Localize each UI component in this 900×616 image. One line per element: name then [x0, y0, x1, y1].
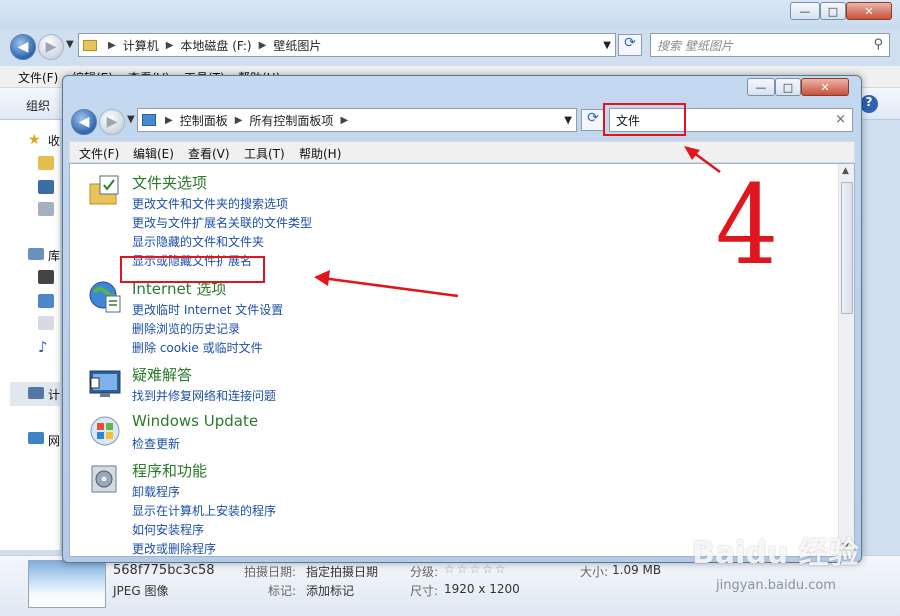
arrow-head-icon	[684, 146, 700, 160]
annotation-layer	[314, 146, 721, 298]
arrow-to-link-icon	[321, 276, 459, 298]
step-number-annotation: 4	[715, 161, 779, 289]
baidu-watermark-logo: Baidu 经验	[692, 536, 859, 571]
watermark-url: jingyan.baidu.com	[716, 578, 836, 593]
arrow-head-icon	[314, 270, 330, 286]
